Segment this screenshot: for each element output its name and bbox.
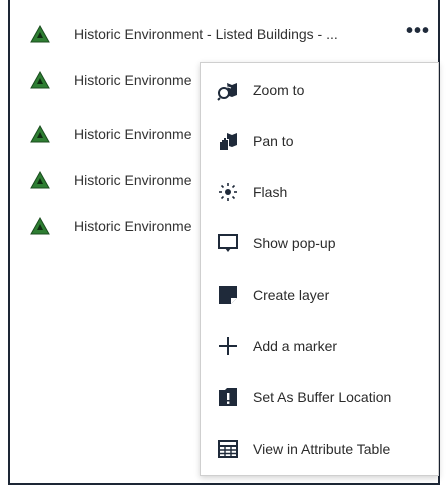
menu-item-label: Pan to (253, 133, 294, 149)
menu-item-label: Add a marker (253, 338, 338, 354)
triangle-marker-icon (30, 25, 50, 43)
triangle-marker-icon (30, 171, 50, 189)
menu-item-label: Flash (253, 184, 288, 200)
context-menu: Zoom to Pan to Flash Show pop-up Create … (200, 62, 439, 476)
menu-item-pan-to[interactable]: Pan to (201, 126, 438, 156)
menu-item-view-attribute-table[interactable]: View in Attribute Table (201, 434, 438, 464)
flash-icon (219, 183, 237, 201)
list-item[interactable]: Historic Environment - Listed Buildings … (10, 0, 438, 46)
menu-item-label: Zoom to (253, 82, 305, 98)
add-marker-icon (219, 337, 237, 355)
list-item-label: Historic Environme (74, 218, 192, 234)
menu-item-zoom-to[interactable]: Zoom to (201, 75, 438, 105)
triangle-marker-icon (30, 125, 50, 143)
attribute-table-icon (218, 440, 238, 458)
menu-item-add-marker[interactable]: Add a marker (201, 331, 438, 361)
menu-item-label: Show pop-up (253, 235, 336, 251)
list-item-label: Historic Environme (74, 172, 192, 188)
menu-item-create-layer[interactable]: Create layer (201, 280, 438, 310)
menu-item-label: View in Attribute Table (253, 441, 391, 457)
menu-item-label: Create layer (253, 287, 330, 303)
list-item-label: Historic Environment - Listed Buildings … (74, 26, 338, 42)
zoom-to-icon (217, 83, 237, 101)
triangle-marker-icon (30, 217, 50, 235)
menu-item-label: Set As Buffer Location (253, 389, 392, 405)
triangle-marker-icon (30, 71, 50, 89)
menu-item-set-buffer-location[interactable]: Set As Buffer Location (201, 382, 438, 412)
buffer-location-icon (219, 388, 237, 406)
more-options-icon[interactable]: ••• (406, 21, 430, 41)
create-layer-icon (219, 286, 237, 304)
list-item-label: Historic Environme (74, 126, 192, 142)
menu-item-flash[interactable]: Flash (201, 177, 438, 207)
menu-item-show-popup[interactable]: Show pop-up (201, 228, 438, 258)
list-item-label: Historic Environme (74, 72, 192, 88)
pan-to-icon (220, 133, 237, 150)
popup-icon (218, 234, 238, 252)
